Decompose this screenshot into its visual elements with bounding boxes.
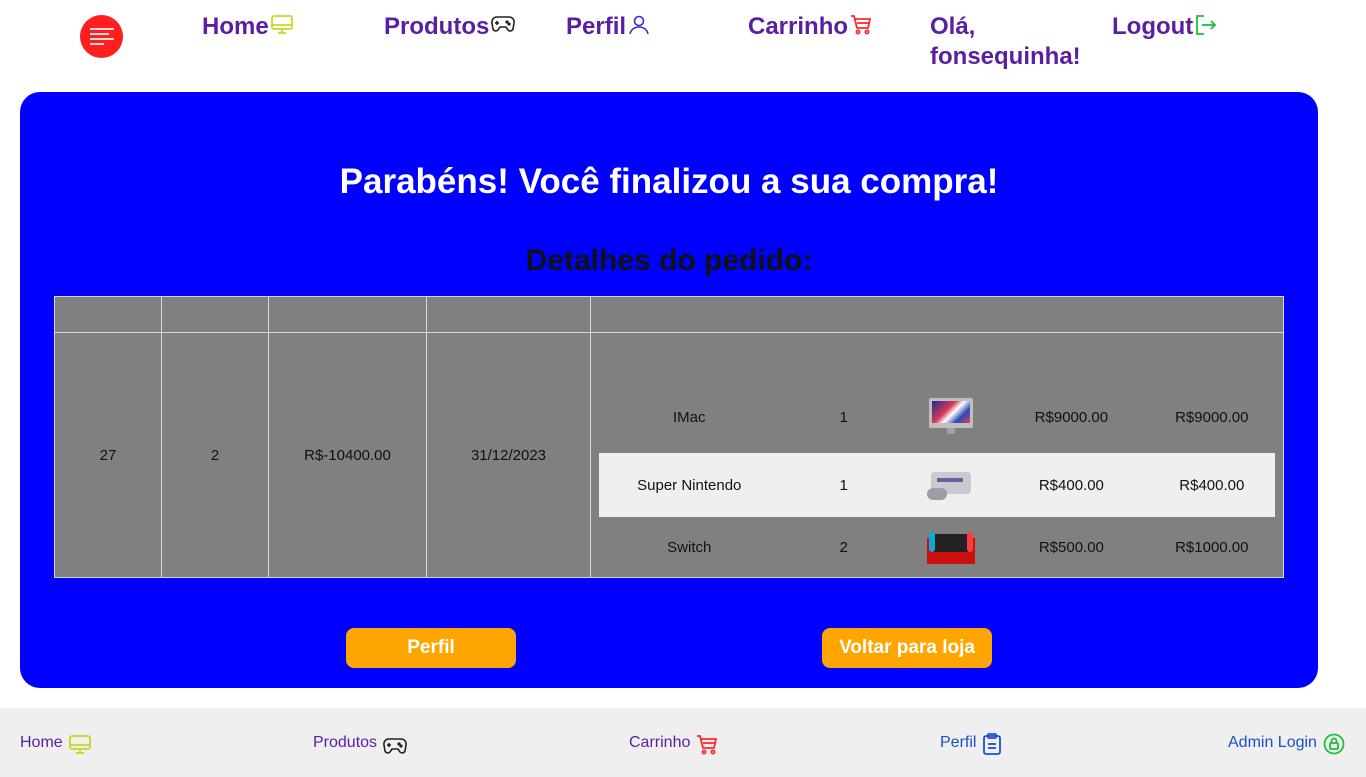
order-confirmation-card: Parabéns! Você finalizou a sua compra! D… — [20, 92, 1318, 688]
item-image-cell — [907, 453, 995, 517]
nav-perfil-label: Perfil — [566, 13, 627, 40]
item-subtotal: R$400.00 — [1148, 453, 1275, 517]
footer-home-link[interactable]: Home — [20, 731, 91, 755]
item-name: Super Nintendo — [599, 453, 780, 517]
super-nintendo-image — [927, 466, 975, 504]
order-details-table: 27 2 R$-10400.00 31/12/2023 IMac 1 R$900… — [54, 296, 1284, 578]
header-cell — [426, 296, 591, 333]
logout-icon — [1196, 15, 1217, 35]
back-to-store-button[interactable]: Voltar para loja — [822, 628, 992, 668]
footer-perfil-label: Perfil — [940, 734, 977, 751]
user-greeting: Olá, fonsequinha! — [930, 13, 1081, 70]
header-cell — [54, 296, 162, 333]
table-row: 27 2 R$-10400.00 31/12/2023 IMac 1 R$900… — [54, 332, 1284, 578]
footer-home-label: Home — [20, 734, 63, 751]
order-total: R$-10400.00 — [268, 332, 427, 578]
item-image-cell — [908, 517, 994, 577]
header-cell — [268, 296, 427, 333]
nav-home-label: Home — [202, 13, 269, 40]
nav-perfil-link[interactable]: Perfil — [566, 12, 650, 42]
item-subtotal: R$1000.00 — [1175, 538, 1249, 556]
perfil-button[interactable]: Perfil — [346, 628, 516, 668]
list-item: Super Nintendo 1 R$400.00 R$400.00 — [599, 453, 1275, 517]
item-price: R$400.00 — [994, 453, 1149, 517]
monitor-icon — [68, 735, 91, 754]
nav-produtos-link[interactable]: Produtos — [384, 12, 516, 42]
header-cell — [161, 296, 269, 333]
item-image-cell — [908, 333, 994, 453]
order-items-table: IMac 1 R$9000.00 R$9000.00 Super Nintend… — [599, 333, 1275, 577]
switch-image — [927, 528, 976, 566]
item-name: IMac — [673, 408, 706, 426]
footer-nav: Home Produtos Carrinho Perfil Admin Logi… — [0, 708, 1366, 777]
footer-produtos-label: Produtos — [313, 734, 378, 751]
list-item: Switch 2 R$500.00 R$1000.00 — [599, 517, 1275, 577]
item-name: Switch — [667, 538, 712, 556]
top-navbar: Home Produtos Perfil Carrinho Olá, fonse… — [0, 0, 1366, 88]
list-item: IMac 1 R$9000.00 R$9000.00 — [599, 333, 1275, 453]
nav-home-link[interactable]: Home — [202, 12, 293, 42]
nav-logout-link[interactable]: Logout — [1112, 12, 1217, 42]
nav-logout-label: Logout — [1112, 13, 1194, 40]
order-details-title: Detalhes do pedido: — [525, 244, 813, 277]
store-logo[interactable] — [80, 15, 123, 58]
cart-icon — [697, 735, 718, 755]
logo-mark-icon — [89, 27, 114, 46]
user-icon — [629, 15, 649, 35]
nav-produtos-label: Produtos — [384, 13, 490, 40]
table-header-row — [54, 296, 1284, 333]
header-cell — [590, 296, 1284, 333]
item-price: R$9000.00 — [1034, 408, 1109, 426]
footer-admin-label: Admin Login — [1228, 734, 1317, 751]
order-items-cell: IMac 1 R$9000.00 R$9000.00 Super Nintend… — [590, 332, 1284, 578]
order-id: 27 — [54, 332, 162, 578]
item-price: R$500.00 — [1038, 538, 1104, 556]
item-qty: 1 — [779, 453, 908, 517]
gamepad-icon — [491, 16, 516, 32]
clipboard-icon — [983, 733, 1002, 755]
order-date: 31/12/2023 — [426, 332, 591, 578]
imac-image — [927, 398, 975, 436]
nav-carrinho-label: Carrinho — [748, 13, 849, 40]
footer-produtos-link[interactable]: Produtos — [313, 731, 407, 755]
footer-perfil-link[interactable]: Perfil — [940, 731, 1002, 755]
cart-icon — [851, 15, 872, 35]
gamepad-icon — [383, 738, 407, 754]
footer-carrinho-label: Carrinho — [629, 734, 691, 751]
item-qty: 1 — [839, 408, 848, 426]
lock-icon — [1323, 733, 1345, 755]
order-item-count: 2 — [161, 332, 269, 578]
footer-admin-login-link[interactable]: Admin Login — [1228, 731, 1345, 755]
item-qty: 2 — [839, 538, 848, 556]
success-title: Parabéns! Você finalizou a sua compra! — [339, 162, 999, 201]
item-subtotal: R$9000.00 — [1175, 408, 1249, 426]
footer-carrinho-link[interactable]: Carrinho — [629, 731, 718, 755]
nav-carrinho-link[interactable]: Carrinho — [748, 12, 872, 42]
monitor-icon — [270, 15, 293, 34]
